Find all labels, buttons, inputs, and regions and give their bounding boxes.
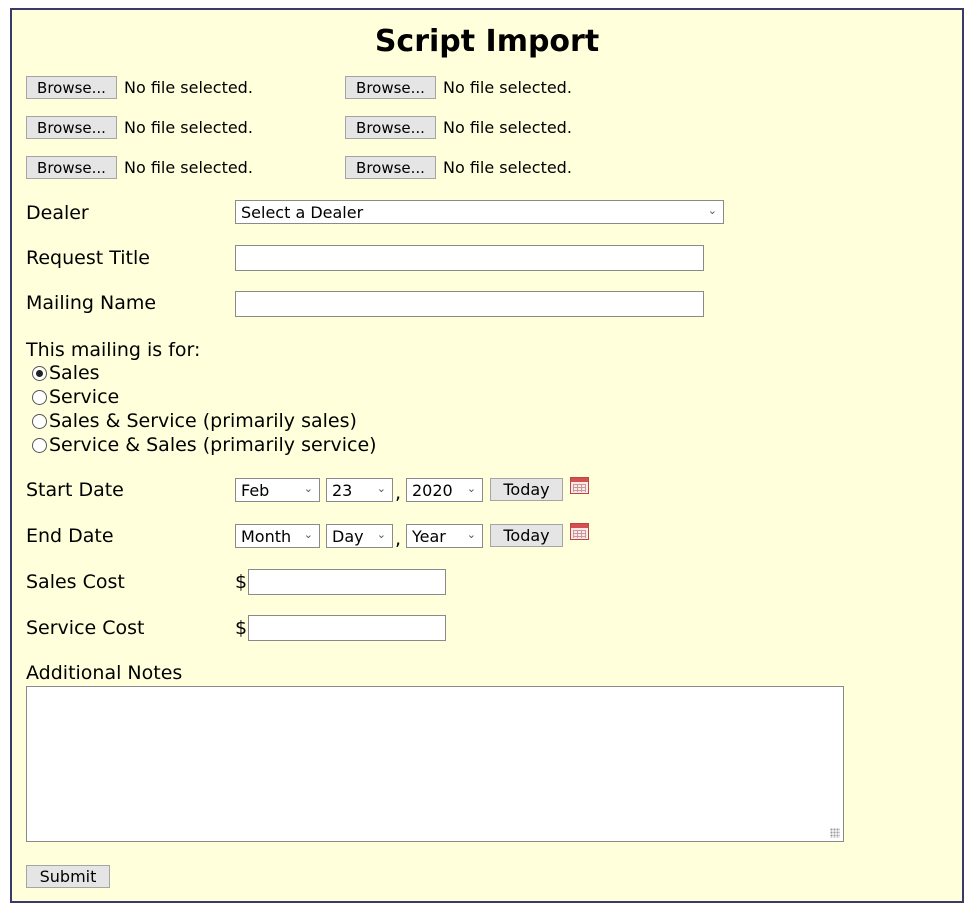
- start-day-value: 23: [332, 480, 353, 500]
- request-title-label: Request Title: [26, 247, 150, 269]
- chevron-down-icon: ⌄: [707, 204, 717, 217]
- start-month-select[interactable]: Feb ⌄: [235, 478, 320, 502]
- file-status: No file selected.: [443, 158, 572, 177]
- date-separator: ,: [395, 482, 402, 504]
- mailing-name-label: Mailing Name: [26, 292, 157, 314]
- start-today-button[interactable]: Today: [490, 478, 563, 501]
- chevron-down-icon: ⌄: [376, 482, 386, 495]
- chevron-down-icon: ⌄: [466, 528, 476, 541]
- currency-symbol: $: [235, 617, 248, 639]
- browse-button[interactable]: Browse...: [26, 76, 117, 99]
- start-day-select[interactable]: 23 ⌄: [326, 478, 393, 502]
- radio-option-service-sales[interactable]: Service & Sales (primarily service): [32, 434, 377, 456]
- start-date-label: Start Date: [26, 479, 124, 501]
- request-title-input[interactable]: [235, 245, 704, 271]
- end-today-button[interactable]: Today: [490, 524, 563, 547]
- additional-notes-textarea[interactable]: [26, 686, 844, 842]
- currency-symbol: $: [235, 571, 248, 593]
- start-year-value: 2020: [412, 480, 453, 500]
- dealer-label: Dealer: [26, 202, 89, 224]
- radio-button[interactable]: [32, 437, 47, 453]
- file-status: No file selected.: [124, 78, 253, 97]
- file-status: No file selected.: [124, 158, 253, 177]
- browse-button[interactable]: Browse...: [26, 116, 117, 139]
- service-cost-input[interactable]: [248, 615, 446, 641]
- mailing-name-input[interactable]: [235, 291, 704, 317]
- resize-grip-icon[interactable]: [830, 828, 840, 838]
- file-status: No file selected.: [443, 118, 572, 137]
- chevron-down-icon: ⌄: [303, 482, 313, 495]
- browse-button[interactable]: Browse...: [345, 76, 436, 99]
- file-input-3: Browse... No file selected.: [26, 116, 253, 139]
- chevron-down-icon: ⌄: [303, 528, 313, 541]
- dealer-select-value: Select a Dealer: [241, 202, 364, 222]
- calendar-icon[interactable]: [570, 477, 589, 494]
- file-input-6: Browse... No file selected.: [345, 156, 572, 179]
- sales-cost-input[interactable]: [248, 569, 446, 595]
- date-separator: ,: [395, 528, 402, 550]
- radio-button[interactable]: [32, 389, 47, 405]
- file-input-4: Browse... No file selected.: [345, 116, 572, 139]
- script-import-form: Script Import Browse... No file selected…: [10, 8, 964, 903]
- end-year-value: Year: [412, 526, 446, 546]
- radio-button[interactable]: [32, 365, 47, 381]
- file-input-2: Browse... No file selected.: [345, 76, 572, 99]
- radio-label: Sales & Service (primarily sales): [49, 410, 357, 432]
- additional-notes-label: Additional Notes: [26, 662, 183, 684]
- end-day-value: Day: [332, 526, 364, 546]
- page-title: Script Import: [374, 24, 600, 59]
- browse-button[interactable]: Browse...: [345, 116, 436, 139]
- radio-option-service[interactable]: Service: [32, 386, 119, 408]
- calendar-icon[interactable]: [570, 523, 589, 540]
- end-date-label: End Date: [26, 525, 114, 547]
- browse-button[interactable]: Browse...: [345, 156, 436, 179]
- end-month-value: Month: [241, 526, 292, 546]
- radio-button[interactable]: [32, 413, 47, 429]
- browse-button[interactable]: Browse...: [26, 156, 117, 179]
- file-status: No file selected.: [443, 78, 572, 97]
- chevron-down-icon: ⌄: [466, 482, 476, 495]
- end-day-select[interactable]: Day ⌄: [326, 524, 393, 548]
- service-cost-label: Service Cost: [26, 617, 145, 639]
- file-input-5: Browse... No file selected.: [26, 156, 253, 179]
- start-year-select[interactable]: 2020 ⌄: [406, 478, 483, 502]
- radio-option-sales[interactable]: Sales: [32, 362, 100, 384]
- submit-button[interactable]: Submit: [26, 865, 110, 888]
- radio-label: Sales: [49, 362, 100, 384]
- mailing-for-label: This mailing is for:: [26, 339, 201, 361]
- radio-option-sales-service[interactable]: Sales & Service (primarily sales): [32, 410, 357, 432]
- start-month-value: Feb: [241, 480, 270, 500]
- end-year-select[interactable]: Year ⌄: [406, 524, 483, 548]
- sales-cost-label: Sales Cost: [26, 571, 125, 593]
- file-status: No file selected.: [124, 118, 253, 137]
- dealer-select[interactable]: Select a Dealer ⌄: [235, 200, 724, 224]
- radio-label: Service: [49, 386, 120, 408]
- file-input-1: Browse... No file selected.: [26, 76, 253, 99]
- radio-label: Service & Sales (primarily service): [49, 434, 377, 456]
- chevron-down-icon: ⌄: [376, 528, 386, 541]
- end-month-select[interactable]: Month ⌄: [235, 524, 320, 548]
